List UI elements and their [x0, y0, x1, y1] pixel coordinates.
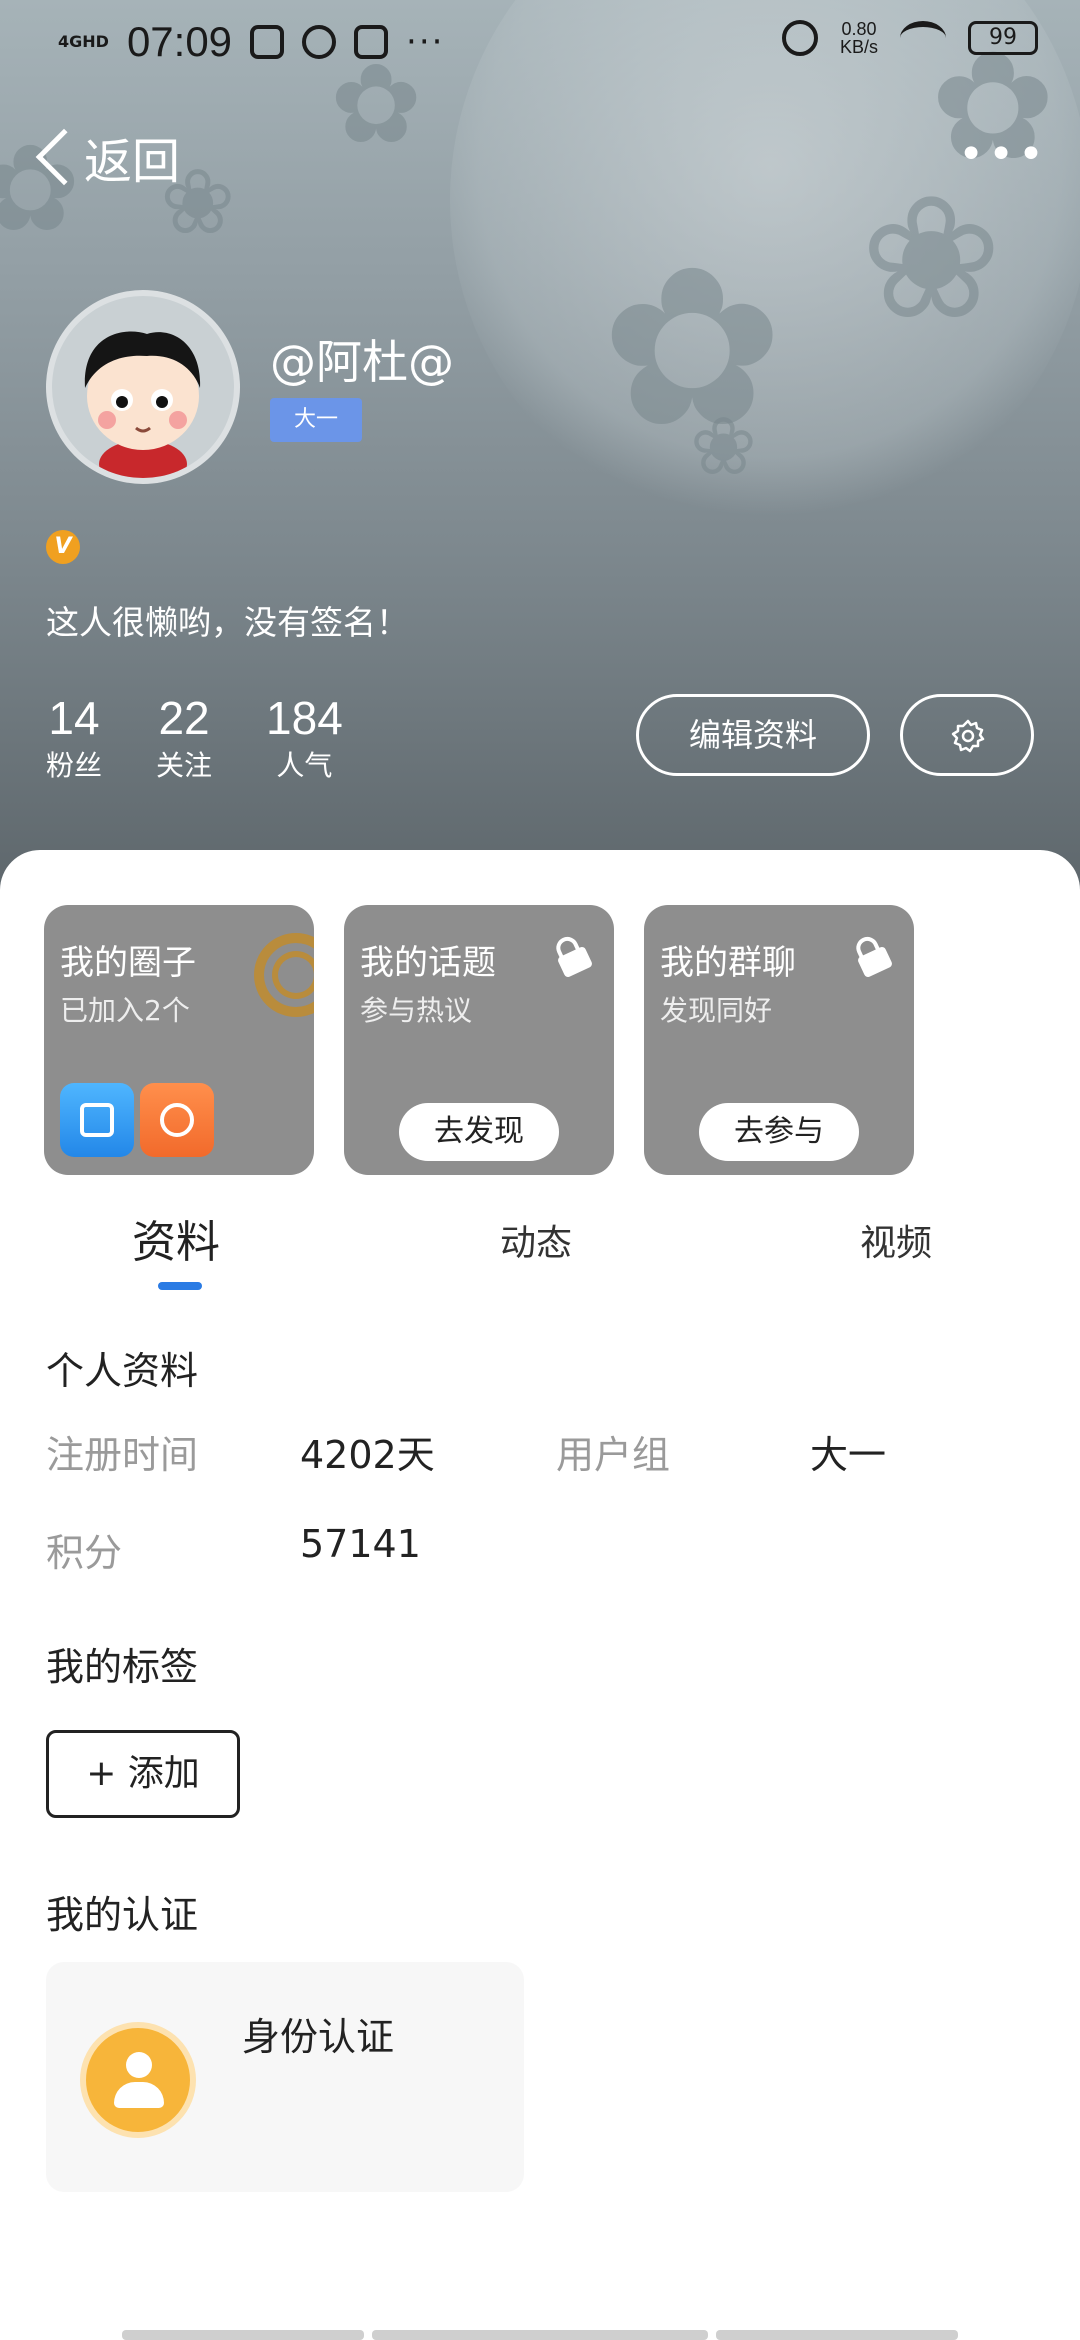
active-tab-indicator — [158, 1282, 202, 1290]
cert-title: 身份认证 — [242, 2015, 395, 2059]
network-speed: 0.80 KB/s — [840, 20, 878, 56]
status-bar: 4GHD 07:09 ··· 0.80 KB/s 99 — [0, 0, 1080, 84]
tab-videos[interactable]: 视频 — [860, 1214, 932, 1266]
bottom-bar-segment — [716, 2330, 958, 2340]
discover-button[interactable]: 去发现 — [399, 1103, 559, 1161]
my-group-chats-card[interactable]: 我的群聊 发现同好 去参与 — [644, 905, 914, 1175]
speed-value: 0.80 — [841, 19, 877, 39]
flower-decoration: ❀ — [690, 400, 758, 493]
bottom-bar-segment — [122, 2330, 364, 2340]
field-label: 注册时间 — [46, 1433, 199, 1477]
battery-icon: 99 — [968, 21, 1038, 55]
avatar[interactable] — [46, 290, 240, 484]
lock-icon — [556, 936, 592, 977]
settings-button[interactable] — [900, 694, 1034, 776]
stat-value: 22 — [158, 692, 210, 744]
stat-value: 184 — [266, 692, 343, 744]
avatar-cartoon-icon — [84, 331, 201, 478]
stat-label: 粉丝 — [46, 749, 103, 782]
add-tag-button[interactable]: + 添加 — [46, 1730, 240, 1818]
my-certification-title: 我的认证 — [46, 1893, 199, 1937]
stat-following[interactable]: 22 关注 — [156, 690, 212, 786]
card-title: 我的圈子 — [60, 943, 196, 983]
signature: 这人很懒哟，没有签名！ — [46, 603, 409, 642]
profile-stats: 14 粉丝 22 关注 184 人气 — [46, 690, 343, 786]
stat-popularity[interactable]: 184 人气 — [266, 690, 343, 786]
my-topics-card[interactable]: 我的话题 参与热议 去发现 — [344, 905, 614, 1175]
card-subtitle: 参与热议 — [360, 994, 473, 1027]
notification-icon — [250, 25, 285, 59]
field-value: 4202天 — [300, 1433, 435, 1477]
card-subtitle: 发现同好 — [660, 994, 773, 1027]
network-indicator: 4GHD — [58, 32, 109, 51]
card-title: 我的话题 — [360, 943, 496, 983]
grade-badge: 大一 — [270, 398, 362, 442]
profile-content-panel: 我的圈子 已加入2个 我的话题 参与热议 去发现 我的群聊 发现同好 去参与 资… — [0, 850, 1080, 2340]
gear-icon — [951, 719, 985, 753]
card-subtitle: 已加入2个 — [60, 994, 190, 1027]
personal-info-title: 个人资料 — [46, 1349, 199, 1393]
more-notifications-icon: ··· — [406, 22, 445, 62]
field-label: 用户组 — [556, 1433, 671, 1477]
lock-icon — [856, 936, 892, 977]
speed-unit: KB/s — [839, 37, 878, 57]
card-title: 我的群聊 — [660, 943, 796, 983]
field-value: 57141 — [300, 1522, 421, 1566]
circle-app-icon[interactable] — [60, 1083, 134, 1157]
wifi-icon — [900, 21, 946, 55]
nickname: @阿杜@ — [270, 335, 454, 389]
profile-tabs: 资料 动态 视频 — [0, 1200, 1080, 1310]
back-label: 返回 — [84, 134, 181, 190]
stat-label: 关注 — [156, 749, 213, 782]
tab-activity[interactable]: 动态 — [500, 1214, 572, 1266]
feature-cards: 我的圈子 已加入2个 我的话题 参与热议 去发现 我的群聊 发现同好 去参与 — [44, 905, 914, 1175]
circle-ring-icon — [254, 933, 314, 1017]
bottom-bar-segment — [372, 2330, 708, 2340]
user-icon — [80, 2022, 196, 2138]
verified-icon[interactable]: V — [46, 530, 80, 564]
screenshot-icon — [354, 25, 389, 59]
stat-value: 14 — [48, 692, 100, 744]
alarm-icon — [781, 20, 818, 56]
stat-label: 人气 — [276, 749, 333, 782]
status-time: 07:09 — [126, 18, 233, 65]
wechat-icon — [302, 25, 337, 59]
more-menu-button[interactable]: ••• — [958, 133, 1048, 177]
field-value: 大一 — [810, 1433, 887, 1477]
circle-app-icon[interactable] — [140, 1083, 214, 1157]
my-tags-title: 我的标签 — [46, 1645, 199, 1689]
field-label: 积分 — [46, 1531, 123, 1575]
identity-certification-card[interactable]: 身份认证 — [46, 1962, 524, 2192]
tab-profile[interactable]: 资料 — [132, 1206, 220, 1270]
stat-fans[interactable]: 14 粉丝 — [46, 690, 102, 786]
back-button[interactable]: 返回 — [30, 122, 180, 192]
my-circles-card[interactable]: 我的圈子 已加入2个 — [44, 905, 314, 1175]
edit-profile-button[interactable]: 编辑资料 — [636, 694, 870, 776]
join-button[interactable]: 去参与 — [699, 1103, 859, 1161]
